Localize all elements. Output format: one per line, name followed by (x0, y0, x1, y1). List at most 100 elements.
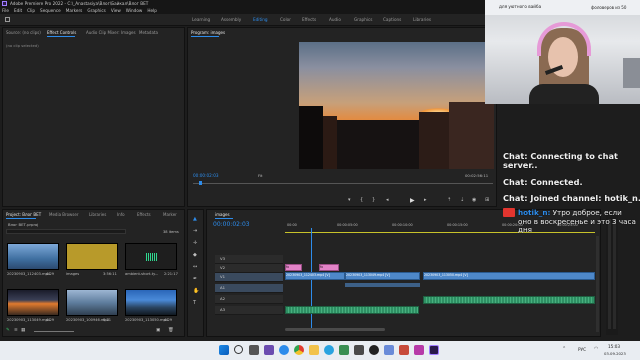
workspace-libraries[interactable]: Libraries (413, 17, 431, 22)
workspace-learning[interactable]: Learning (192, 17, 210, 22)
project-search-input[interactable] (6, 229, 126, 234)
language-indicator[interactable]: РУС (578, 347, 586, 352)
tab-libraries[interactable]: Libraries (89, 212, 106, 217)
fx-clip[interactable]: fx (285, 264, 302, 271)
track-header-v2[interactable]: V2 (215, 264, 283, 273)
project-thumb-5[interactable] (66, 289, 118, 316)
project-thumb-4[interactable] (7, 289, 59, 316)
start-icon[interactable] (219, 345, 229, 355)
program-monitor-title[interactable]: Program: images (191, 30, 225, 35)
menu-item-file[interactable]: File (2, 8, 9, 13)
lift-icon[interactable]: ⇡ (447, 197, 451, 203)
playhead-marker[interactable] (199, 181, 202, 185)
settings-icon[interactable]: ⊞ (485, 197, 489, 203)
menu-item-markers[interactable]: Markers (66, 8, 83, 13)
vertical-scrollbar[interactable] (596, 236, 599, 332)
hand-tool-icon[interactable]: ✋ (193, 288, 199, 294)
audio-clip[interactable] (423, 296, 595, 304)
tab-metadata[interactable]: Metadata (139, 30, 158, 35)
audio-clip[interactable] (285, 306, 419, 314)
go-to-in-icon[interactable]: } (372, 197, 375, 203)
workspace-captions[interactable]: Captions (383, 17, 401, 22)
workspace-assembly[interactable]: Assembly (221, 17, 241, 22)
tab-effects[interactable]: Effects (137, 212, 151, 217)
app-icon[interactable] (399, 345, 409, 355)
clock-date[interactable]: 03.09.2023 (604, 351, 626, 356)
clock-time[interactable]: 15:03 (608, 344, 620, 349)
tray-chevron-icon[interactable]: ⌃ (562, 346, 566, 352)
menu-item-graphics[interactable]: Graphics (87, 8, 106, 13)
program-video-frame[interactable] (299, 42, 494, 169)
project-thumb-2[interactable] (66, 243, 118, 270)
workspace-color[interactable]: Color (280, 17, 291, 22)
video-clip[interactable]: 20230903_112403.mp4 [V] (285, 272, 345, 280)
menu-item-window[interactable]: Window (126, 8, 143, 13)
video-clip[interactable]: 20230903_113050.mp4 [V] (423, 272, 595, 280)
list-view-icon[interactable]: ≡ (14, 328, 18, 333)
pencil-icon[interactable]: ✎ (6, 328, 10, 333)
ripple-edit-tool-icon[interactable]: ✛ (193, 240, 197, 246)
premiere-icon[interactable] (429, 345, 439, 355)
extract-icon[interactable]: ⇣ (460, 197, 464, 203)
timeline-tab[interactable]: images (215, 212, 230, 217)
menu-item-edit[interactable]: Edit (14, 8, 22, 13)
menu-item-clip[interactable]: Clip (27, 8, 35, 13)
menu-item-sequence[interactable]: Sequence (40, 8, 61, 13)
slip-tool-icon[interactable]: ↔ (193, 264, 197, 270)
selection-tool-icon[interactable]: ▲ (193, 216, 197, 222)
app-icon[interactable] (414, 345, 424, 355)
workspace-audio[interactable]: Audio (329, 17, 341, 22)
icon-view-icon[interactable]: ▦ (21, 328, 25, 333)
zoom-app-icon[interactable] (279, 345, 289, 355)
track-header-v3[interactable]: V3 (215, 255, 283, 264)
mark-out-icon[interactable]: { (360, 197, 363, 203)
program-scrubber[interactable] (193, 183, 493, 184)
workspace-graphics[interactable]: Graphics (354, 17, 373, 22)
pen-tool-icon[interactable]: ✒ (193, 276, 197, 282)
video-clip[interactable]: 20230903_113049.mp4 [V] (345, 272, 420, 280)
workspace-effects[interactable]: Effects (302, 17, 316, 22)
track-header-a1[interactable]: A1 (215, 284, 283, 293)
trash-icon[interactable]: 🗑 (168, 328, 174, 333)
play-icon[interactable]: ▶ (410, 197, 415, 204)
explorer-icon[interactable] (309, 345, 319, 355)
track-select-tool-icon[interactable]: ⇥ (193, 228, 197, 234)
step-forward-icon[interactable]: ▸ (424, 197, 427, 203)
project-thumb-3[interactable] (125, 243, 177, 270)
timeline-timecode[interactable]: 00:00:02:03 (213, 221, 250, 228)
menu-item-view[interactable]: View (111, 8, 121, 13)
tab-media-browser[interactable]: Media Browser (49, 212, 79, 217)
chrome-icon[interactable] (294, 345, 304, 355)
tab-info[interactable]: Info (117, 212, 125, 217)
track-header-v1[interactable]: V1 (215, 273, 283, 282)
tab-project[interactable]: Project: Влог ВЕТ (6, 212, 41, 217)
camera-app-icon[interactable] (264, 345, 274, 355)
export-frame-icon[interactable]: ◉ (472, 197, 476, 203)
step-back-icon[interactable]: ◂ (386, 197, 389, 203)
track-header-a2[interactable]: A2 (215, 295, 283, 304)
app-icon[interactable] (354, 345, 364, 355)
program-fit-select[interactable]: Fit (258, 173, 262, 178)
home-icon[interactable] (5, 17, 10, 22)
telegram-icon[interactable] (324, 345, 334, 355)
tab-audio-clip-mixer[interactable]: Audio Clip Mixer: Images (86, 30, 136, 35)
obs-icon[interactable] (369, 345, 379, 355)
tab-source[interactable]: Source: (no clips) (6, 30, 41, 35)
type-tool-icon[interactable]: T (193, 300, 196, 306)
project-thumb-6[interactable] (125, 289, 177, 316)
timeline-zoom-scrollbar[interactable] (285, 328, 385, 331)
zoom-slider[interactable] (34, 331, 74, 332)
app-icon[interactable] (339, 345, 349, 355)
wifi-icon[interactable]: ◠ (594, 346, 598, 352)
menu-item-help[interactable]: Help (147, 8, 157, 13)
track-header-a3[interactable]: A3 (215, 306, 283, 315)
search-icon[interactable] (234, 345, 243, 354)
mark-in-icon[interactable]: ▾ (348, 197, 351, 203)
program-timecode[interactable]: 00:00:02:03 (193, 173, 219, 178)
task-view-icon[interactable] (249, 345, 259, 355)
fx-clip[interactable]: fx (319, 264, 339, 271)
new-item-icon[interactable]: ▣ (156, 328, 160, 333)
workspace-editing[interactable]: Editing (253, 17, 268, 22)
razor-tool-icon[interactable]: ◆ (193, 252, 197, 258)
app-icon[interactable] (384, 345, 394, 355)
